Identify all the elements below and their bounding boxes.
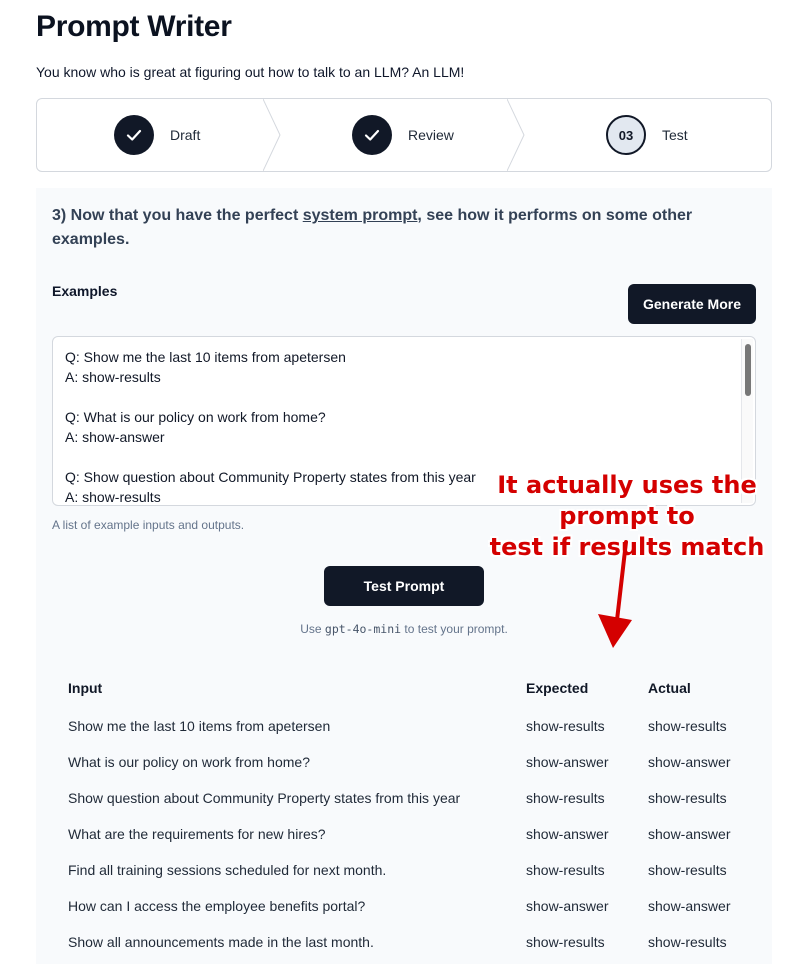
cell-expected: show-results xyxy=(526,718,605,734)
cell-expected: show-answer xyxy=(526,898,609,914)
table-row: What are the requirements for new hires?… xyxy=(52,816,756,852)
table-header-row: Input Expected Actual xyxy=(52,668,756,708)
heading-text: 3) Now that you have the perfect xyxy=(52,207,303,224)
cell-actual: show-results xyxy=(648,862,727,878)
cell-input: What is our policy on work from home? xyxy=(68,754,310,770)
stepper: Draft Review 03 Test xyxy=(36,98,772,172)
cell-input: Find all training sessions scheduled for… xyxy=(68,862,387,878)
step-label: Review xyxy=(408,127,454,143)
annotation-arrow-icon xyxy=(598,540,632,648)
step-draft[interactable]: Draft xyxy=(114,99,200,171)
section-heading: 3) Now that you have the perfect system … xyxy=(52,204,732,252)
step-number: 03 xyxy=(606,115,646,155)
generate-more-button[interactable]: Generate More xyxy=(628,284,756,324)
chevron-separator xyxy=(263,99,281,171)
table-row: How can I access the employee benefits p… xyxy=(52,888,756,924)
cell-input: Show question about Community Property s… xyxy=(68,790,461,806)
cell-actual: show-results xyxy=(648,718,727,734)
model-name: gpt-4o-mini xyxy=(324,622,402,636)
cell-actual: show-results xyxy=(648,790,727,806)
table-row: Show all announcements made in the last … xyxy=(52,924,756,960)
step-review[interactable]: Review xyxy=(352,99,454,171)
cell-expected: show-answer xyxy=(526,826,609,842)
page-subtitle: You know who is great at figuring out ho… xyxy=(36,64,465,80)
cell-input: How can I access the employee benefits p… xyxy=(68,898,366,914)
note-text: to test your prompt. xyxy=(401,622,508,636)
cell-input: What are the requirements for new hires? xyxy=(68,826,326,842)
note-text: Use xyxy=(300,622,325,636)
cell-actual: show-results xyxy=(648,934,727,950)
examples-helper-text: A list of example inputs and outputs. xyxy=(52,518,245,532)
step-test[interactable]: 03 Test xyxy=(606,99,688,171)
test-prompt-button[interactable]: Test Prompt xyxy=(324,566,484,606)
check-icon xyxy=(114,115,154,155)
scrollbar-thumb[interactable] xyxy=(745,344,751,396)
column-header-input: Input xyxy=(68,680,103,696)
table-row: Show me the last 10 items from apetersen… xyxy=(52,708,756,744)
system-prompt-link[interactable]: system prompt xyxy=(303,207,418,224)
cell-actual: show-answer xyxy=(648,826,731,842)
cell-expected: show-results xyxy=(526,934,605,950)
page-title: Prompt Writer xyxy=(36,10,232,43)
test-panel: 3) Now that you have the perfect system … xyxy=(36,188,772,964)
cell-input: Show me the last 10 items from apetersen xyxy=(68,718,331,734)
cell-actual: show-answer xyxy=(648,898,731,914)
cell-expected: show-answer xyxy=(526,754,609,770)
cell-input: Show all announcements made in the last … xyxy=(68,934,374,950)
cell-actual: show-answer xyxy=(648,754,731,770)
model-note: Use gpt-4o-mini to test your prompt. xyxy=(36,622,772,636)
step-label: Test xyxy=(662,127,688,143)
cell-expected: show-results xyxy=(526,790,605,806)
table-row: Find all training sessions scheduled for… xyxy=(52,852,756,888)
step-label: Draft xyxy=(170,127,201,143)
examples-label: Examples xyxy=(52,283,118,299)
column-header-expected: Expected xyxy=(526,680,589,696)
cell-expected: show-results xyxy=(526,862,605,878)
results-table: Input Expected Actual Show me the last 1… xyxy=(52,668,756,960)
check-icon xyxy=(352,115,392,155)
column-header-actual: Actual xyxy=(648,680,691,696)
chevron-separator xyxy=(507,99,525,171)
annotation-line: It actually uses the prompt to xyxy=(497,471,757,530)
table-row: What is our policy on work from home? sh… xyxy=(52,744,756,780)
table-row: Show question about Community Property s… xyxy=(52,780,756,816)
